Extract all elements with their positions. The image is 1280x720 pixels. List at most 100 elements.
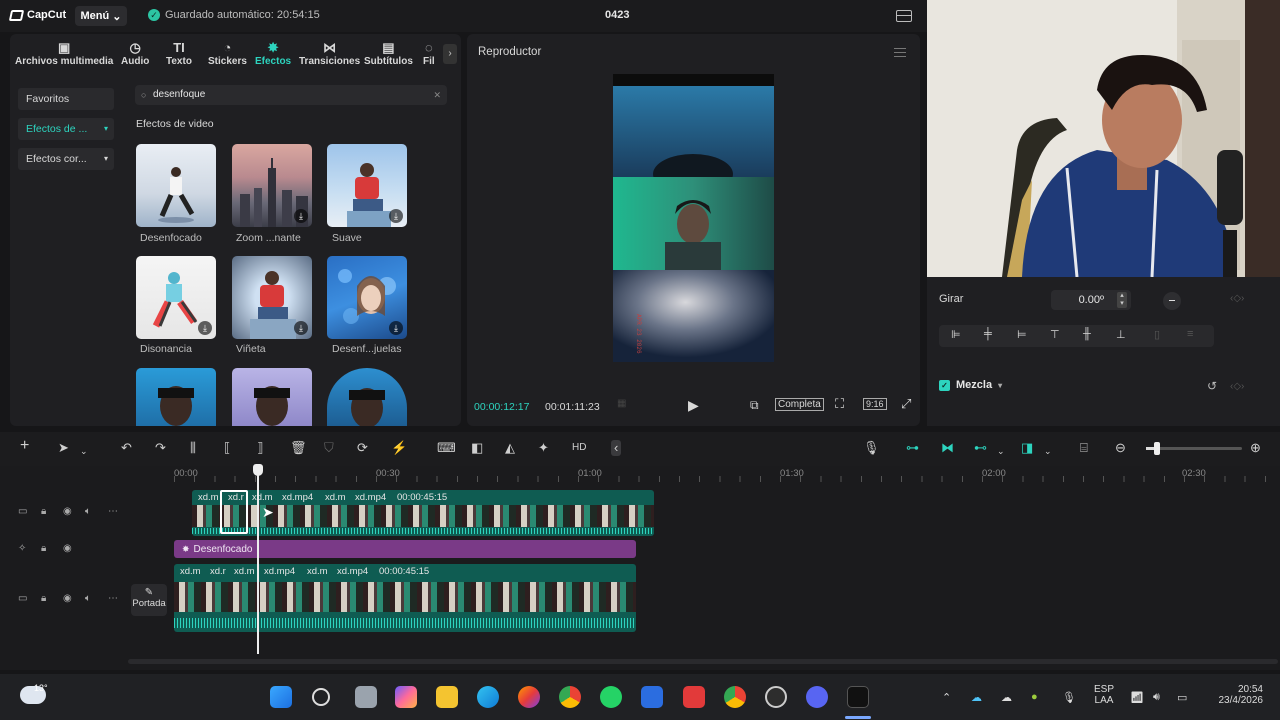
zoom-slider[interactable] (1146, 442, 1242, 455)
focus-icon[interactable]: ⛶ (835, 396, 844, 412)
effect-thumb-row3-2[interactable] (232, 368, 312, 426)
slider-knob[interactable] (1154, 442, 1160, 455)
chevron-down-icon[interactable]: ⌄ (1044, 443, 1052, 459)
link-main-track-icon[interactable]: ⊶ (906, 440, 919, 456)
effect-thumb-desenfoque-lentejuelas[interactable]: ⤓ (327, 256, 407, 339)
clock[interactable]: 20:54 23/4/2026 (1209, 684, 1264, 706)
tab-subtitles[interactable]: ▤ Subtítulos (364, 40, 413, 67)
reset-icon[interactable]: ↺ (1207, 379, 1217, 393)
tab-audio[interactable]: ◷ Audio (121, 40, 149, 67)
github-icon[interactable] (765, 686, 787, 708)
microphone-icon[interactable]: 🎙 (1062, 691, 1076, 704)
language-indicator[interactable]: ESP LAA (1094, 684, 1114, 706)
fullscreen-icon[interactable]: ⤢ (901, 396, 911, 412)
freeze-icon[interactable]: ◧ (471, 440, 483, 456)
task-view-icon[interactable] (355, 686, 377, 708)
keyframe-nav-icon[interactable]: ‹◇› (1230, 381, 1244, 392)
whatsapp-icon[interactable] (600, 686, 622, 708)
lock-icon[interactable]: 🔒︎ (41, 506, 46, 517)
discord-icon[interactable] (806, 686, 828, 708)
align-top-icon[interactable]: ⊤ (1050, 328, 1060, 341)
tab-stickers[interactable]: ◔ Stickers (208, 40, 247, 67)
search-icon[interactable] (312, 688, 330, 706)
link-clips-icon[interactable]: ⊷ (974, 440, 987, 456)
eye-icon[interactable]: ◉ (63, 506, 72, 517)
cloud-sync-icon[interactable]: ☁ (1001, 691, 1012, 704)
zoom-out-icon[interactable]: ⊖ (1115, 440, 1126, 456)
effect-thumb-vineta[interactable]: ⤓ (232, 256, 312, 339)
tab-text[interactable]: TI Texto (166, 40, 192, 67)
sidebar-item-efectos-corporales[interactable]: Efectos cor... ▾ (18, 148, 114, 170)
layout-icon[interactable] (896, 10, 912, 22)
audio-mute-icon[interactable]: 🔈︎ (85, 506, 91, 517)
subtitle-track-icon[interactable]: ⌸ (1080, 440, 1088, 456)
project-name[interactable]: 0423 (605, 9, 629, 21)
lock-icon[interactable]: 🔒︎ (41, 593, 46, 604)
rotate-stepper[interactable]: ▴ ▾ (1117, 292, 1127, 308)
download-icon[interactable]: ⤓ (198, 321, 212, 335)
tab-transitions[interactable]: ⋈ Transiciones (299, 40, 360, 67)
chrome-icon[interactable] (559, 686, 581, 708)
chevron-down-icon[interactable]: ⌄ (80, 443, 88, 459)
person-cutout-icon[interactable]: ◭ (505, 440, 515, 456)
align-left-icon[interactable]: ⊫ (951, 328, 961, 341)
search-input[interactable]: ○ desenfoque ✕ (135, 85, 447, 105)
clear-icon[interactable]: ✕ (433, 85, 441, 105)
sidebar-item-efectos-video[interactable]: Efectos de ... ▾ (18, 118, 114, 140)
main-clip-track[interactable]: xd.m xd.r xd.m xd.mp4 xd.m xd.mp4 00:00:… (174, 564, 636, 632)
timeline-grid-icon[interactable]: ▦ (617, 398, 626, 409)
chevron-down-icon[interactable]: ⌄ (997, 443, 1005, 459)
delete-icon[interactable]: 🗑 (290, 440, 307, 456)
play-button[interactable]: ▶ (688, 397, 699, 414)
copilot-icon[interactable] (395, 686, 417, 708)
align-bottom-icon[interactable]: ⊥ (1116, 328, 1126, 341)
chevron-up-icon[interactable]: ⌃ (942, 691, 951, 704)
timeline-scrollbar[interactable] (128, 659, 1278, 664)
align-center-v-icon[interactable]: ╫ (1083, 328, 1091, 340)
subtitle-icon[interactable]: ⌨ (437, 440, 456, 456)
magnet-icon[interactable]: ⧓ (941, 440, 954, 456)
microphone-icon[interactable]: 🎙 (863, 440, 880, 456)
hamburger-menu-icon[interactable] (894, 48, 906, 57)
playhead[interactable] (253, 464, 263, 654)
effect-thumb-disonancia[interactable]: ⤓ (136, 256, 216, 339)
video-preview[interactable]: APR 23 2026 (613, 74, 774, 362)
effect-thumb-row3-3[interactable] (327, 368, 407, 426)
blend-toggle[interactable]: ✓ Mezcla ▾ (939, 379, 1002, 391)
quality-button[interactable]: Completa (775, 398, 824, 411)
wps-icon[interactable] (683, 686, 705, 708)
battery-icon[interactable]: ▭ (1177, 691, 1187, 704)
crop-icon[interactable]: ⧉ (750, 398, 759, 413)
rotate-dial[interactable] (1163, 292, 1181, 310)
time-ruler[interactable]: 00:00 00:30 01:00 01:30 02:00 02:30 (128, 466, 1280, 484)
selected-clip-outline[interactable] (220, 490, 248, 534)
lock-icon[interactable]: 🔒︎ (41, 543, 46, 554)
download-icon[interactable]: ⤓ (389, 209, 403, 223)
tabs-next-button[interactable]: › (443, 44, 457, 64)
preview-axis-icon[interactable]: ◨ (1021, 440, 1033, 456)
redo-icon[interactable]: ↷ (155, 440, 166, 456)
select-tool-icon[interactable]: ➤ (58, 440, 69, 456)
menu-button[interactable]: Menú ⌄ (75, 6, 127, 26)
store-icon[interactable] (641, 686, 663, 708)
magic-wand-icon[interactable]: ✦ (538, 440, 549, 456)
collapse-toolbar-icon[interactable]: ‹ (611, 440, 622, 456)
split-left-icon[interactable]: ⟦ (224, 440, 230, 456)
align-center-h-icon[interactable]: ╪ (984, 328, 992, 340)
tab-media[interactable]: ▣ Archivos multimedia (15, 40, 113, 67)
add-icon[interactable]: + (20, 438, 29, 454)
audio-mute-icon[interactable]: 🔈︎ (85, 593, 91, 604)
more-icon[interactable]: ⋯ (108, 506, 118, 517)
eye-icon[interactable]: ◉ (63, 543, 72, 554)
hd-icon[interactable]: HD (572, 440, 586, 456)
edge-icon[interactable] (477, 686, 499, 708)
timeline[interactable]: 00:00 00:30 01:00 01:30 02:00 02:30 ▭ 🔒︎… (0, 464, 1280, 670)
eye-icon[interactable]: ◉ (63, 593, 72, 604)
keyframe-nav-icon[interactable]: ‹◇› (1230, 293, 1244, 304)
speed-icon[interactable]: ⚡ (391, 440, 407, 456)
split-icon[interactable]: ⫼ (190, 440, 196, 456)
volume-icon[interactable]: 🔊︎ (1153, 691, 1160, 704)
zoom-in-icon[interactable]: ⊕ (1250, 440, 1261, 456)
download-icon[interactable]: ⤓ (294, 321, 308, 335)
firefox-icon[interactable] (518, 686, 540, 708)
